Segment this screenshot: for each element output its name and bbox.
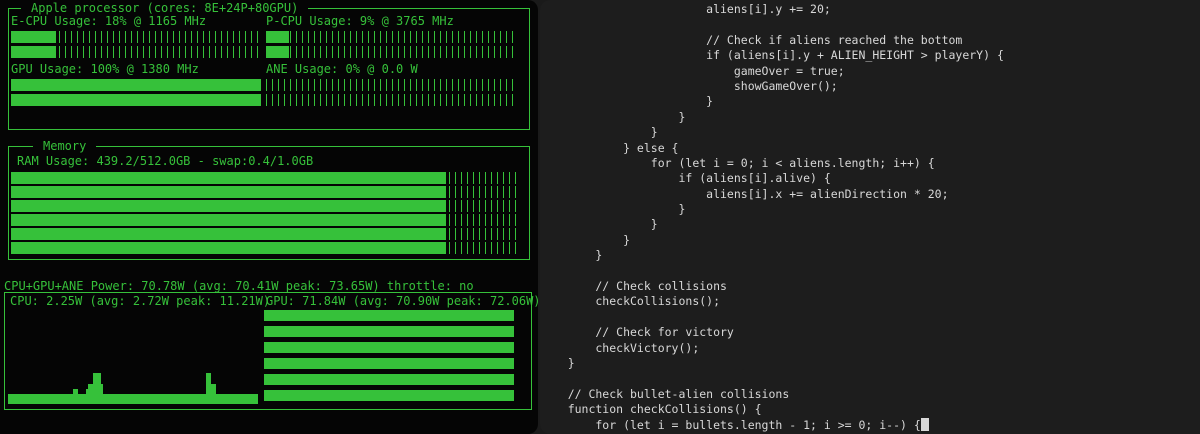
code-line-text: aliens[i].y += 20; [540,2,831,16]
code-line-text: } [540,355,575,370]
system-monitor-pane: Apple processor (cores: 8E+24P+80GPU) E-… [0,0,538,434]
code-line[interactable]: gameOver = true; [540,64,1200,79]
text-cursor [920,417,929,431]
code-line[interactable] [540,17,1200,32]
code-line[interactable]: } [540,110,1200,125]
code-line[interactable] [540,371,1200,386]
code-line[interactable]: } [540,248,1200,263]
code-line[interactable] [540,264,1200,279]
code-line-text: checkVictory(); [540,340,700,355]
code-line-text: } else { [540,140,679,155]
code-line-text: } [540,125,658,140]
memory-box-title: Memory [33,139,97,153]
code-line[interactable]: } else { [540,141,1200,156]
code-line[interactable]: } [540,202,1200,217]
code-line[interactable]: // Check collisions [540,279,1200,294]
ram-usage-bar [11,172,518,184]
code-text-area[interactable]: aliens[i].y += 20; // Check if aliens re… [540,0,1200,433]
code-line[interactable]: aliens[i].x += alienDirection * 20; [540,187,1200,202]
ram-usage-bar [11,214,518,226]
gpu-usage-bar [11,94,261,106]
processor-box-title: Apple processor (cores: 8E+24P+80GPU) [21,1,309,15]
code-line-text: gameOver = true; [540,63,845,78]
ram-usage-label: RAM Usage: 439.2/512.0GB - swap:0.4/1.0G… [17,154,314,168]
gpu-power-segment [264,342,514,353]
code-editor-pane[interactable]: aliens[i].y += 20; // Check if aliens re… [540,0,1200,434]
code-line-text: aliens[i].x += alienDirection * 20; [540,186,949,201]
code-line-text: for (let i = 0; i < aliens.length; i++) … [540,155,935,170]
code-line-text: // Check collisions [540,279,727,294]
code-line-text: } [540,217,658,232]
ecpu-usage-bar [11,46,261,58]
code-line-text: showGameOver(); [540,78,838,93]
gpu-power-segment [264,358,514,369]
gpu-power-segment [264,390,514,401]
ram-usage-bar [11,186,518,198]
code-line[interactable]: checkVictory(); [540,341,1200,356]
code-line[interactable]: // Check for victory [540,325,1200,340]
gpu-usage-bar [11,79,261,91]
pcpu-usage-bar [266,46,516,58]
code-line-text: function checkCollisions() { [540,402,762,417]
code-line-text: checkCollisions(); [540,294,721,309]
code-line[interactable]: showGameOver(); [540,79,1200,94]
gpu-power-label: GPU: 71.84W (avg: 70.90W peak: 72.06W) [266,294,538,308]
cpu-power-history-graph [8,306,259,404]
gpu-power-segment [264,310,514,321]
ram-usage-bar [11,242,518,254]
gpu-power-segment [264,326,514,337]
gpu-power-segment [264,374,514,385]
code-line[interactable]: for (let i = 0; i < aliens.length; i++) … [540,156,1200,171]
code-line[interactable]: } [540,356,1200,371]
cpu-power-sample [255,394,259,404]
code-line-text: // Check for victory [540,325,734,340]
pcpu-usage-bar [266,31,516,43]
code-line-text: if (aliens[i].alive) { [540,171,831,186]
code-line[interactable]: // Check bullet-alien collisions [540,387,1200,402]
ram-usage-bar [11,200,518,212]
code-line[interactable] [540,310,1200,325]
code-line[interactable]: // Check if aliens reached the bottom [540,33,1200,48]
ecpu-usage-bar [11,31,261,43]
ane-usage-label: ANE Usage: 0% @ 0.0 W [266,62,418,76]
code-line-text: for (let i = bullets.length - 1; i >= 0;… [540,417,921,432]
code-line[interactable]: function checkCollisions() { [540,402,1200,417]
total-power-label: CPU+GPU+ANE Power: 70.78W (avg: 70.41W p… [4,279,474,293]
ram-usage-bar [11,228,518,240]
code-line[interactable]: aliens[i].y += 20; [540,2,1200,17]
gpu-usage-label: GPU Usage: 100% @ 1380 MHz [11,62,199,76]
code-line-text: } [540,109,686,124]
code-line[interactable]: if (aliens[i].y + ALIEN_HEIGHT > playerY… [540,48,1200,63]
code-line-text: } [540,232,631,247]
pcpu-usage-label: P-CPU Usage: 9% @ 3765 MHz [266,14,454,28]
code-line[interactable]: } [540,233,1200,248]
code-line-text: } [540,94,714,109]
code-line[interactable]: } [540,217,1200,232]
code-line[interactable]: if (aliens[i].alive) { [540,171,1200,186]
code-line[interactable]: for (let i = bullets.length - 1; i >= 0;… [540,417,1200,433]
ane-usage-bar [266,94,516,106]
code-line[interactable]: } [540,94,1200,109]
ane-usage-bar [266,79,516,91]
code-line[interactable]: checkCollisions(); [540,294,1200,309]
ecpu-usage-label: E-CPU Usage: 18% @ 1165 MHz [11,14,207,28]
code-line-text: // Check if aliens reached the bottom [540,32,963,47]
gpu-power-graph [264,310,514,402]
code-line[interactable]: } [540,125,1200,140]
code-line-text: // Check bullet-alien collisions [540,386,790,401]
code-line-text: if (aliens[i].y + ALIEN_HEIGHT > playerY… [540,48,1004,63]
code-line-text: } [540,202,686,217]
code-line-text: } [540,248,603,263]
